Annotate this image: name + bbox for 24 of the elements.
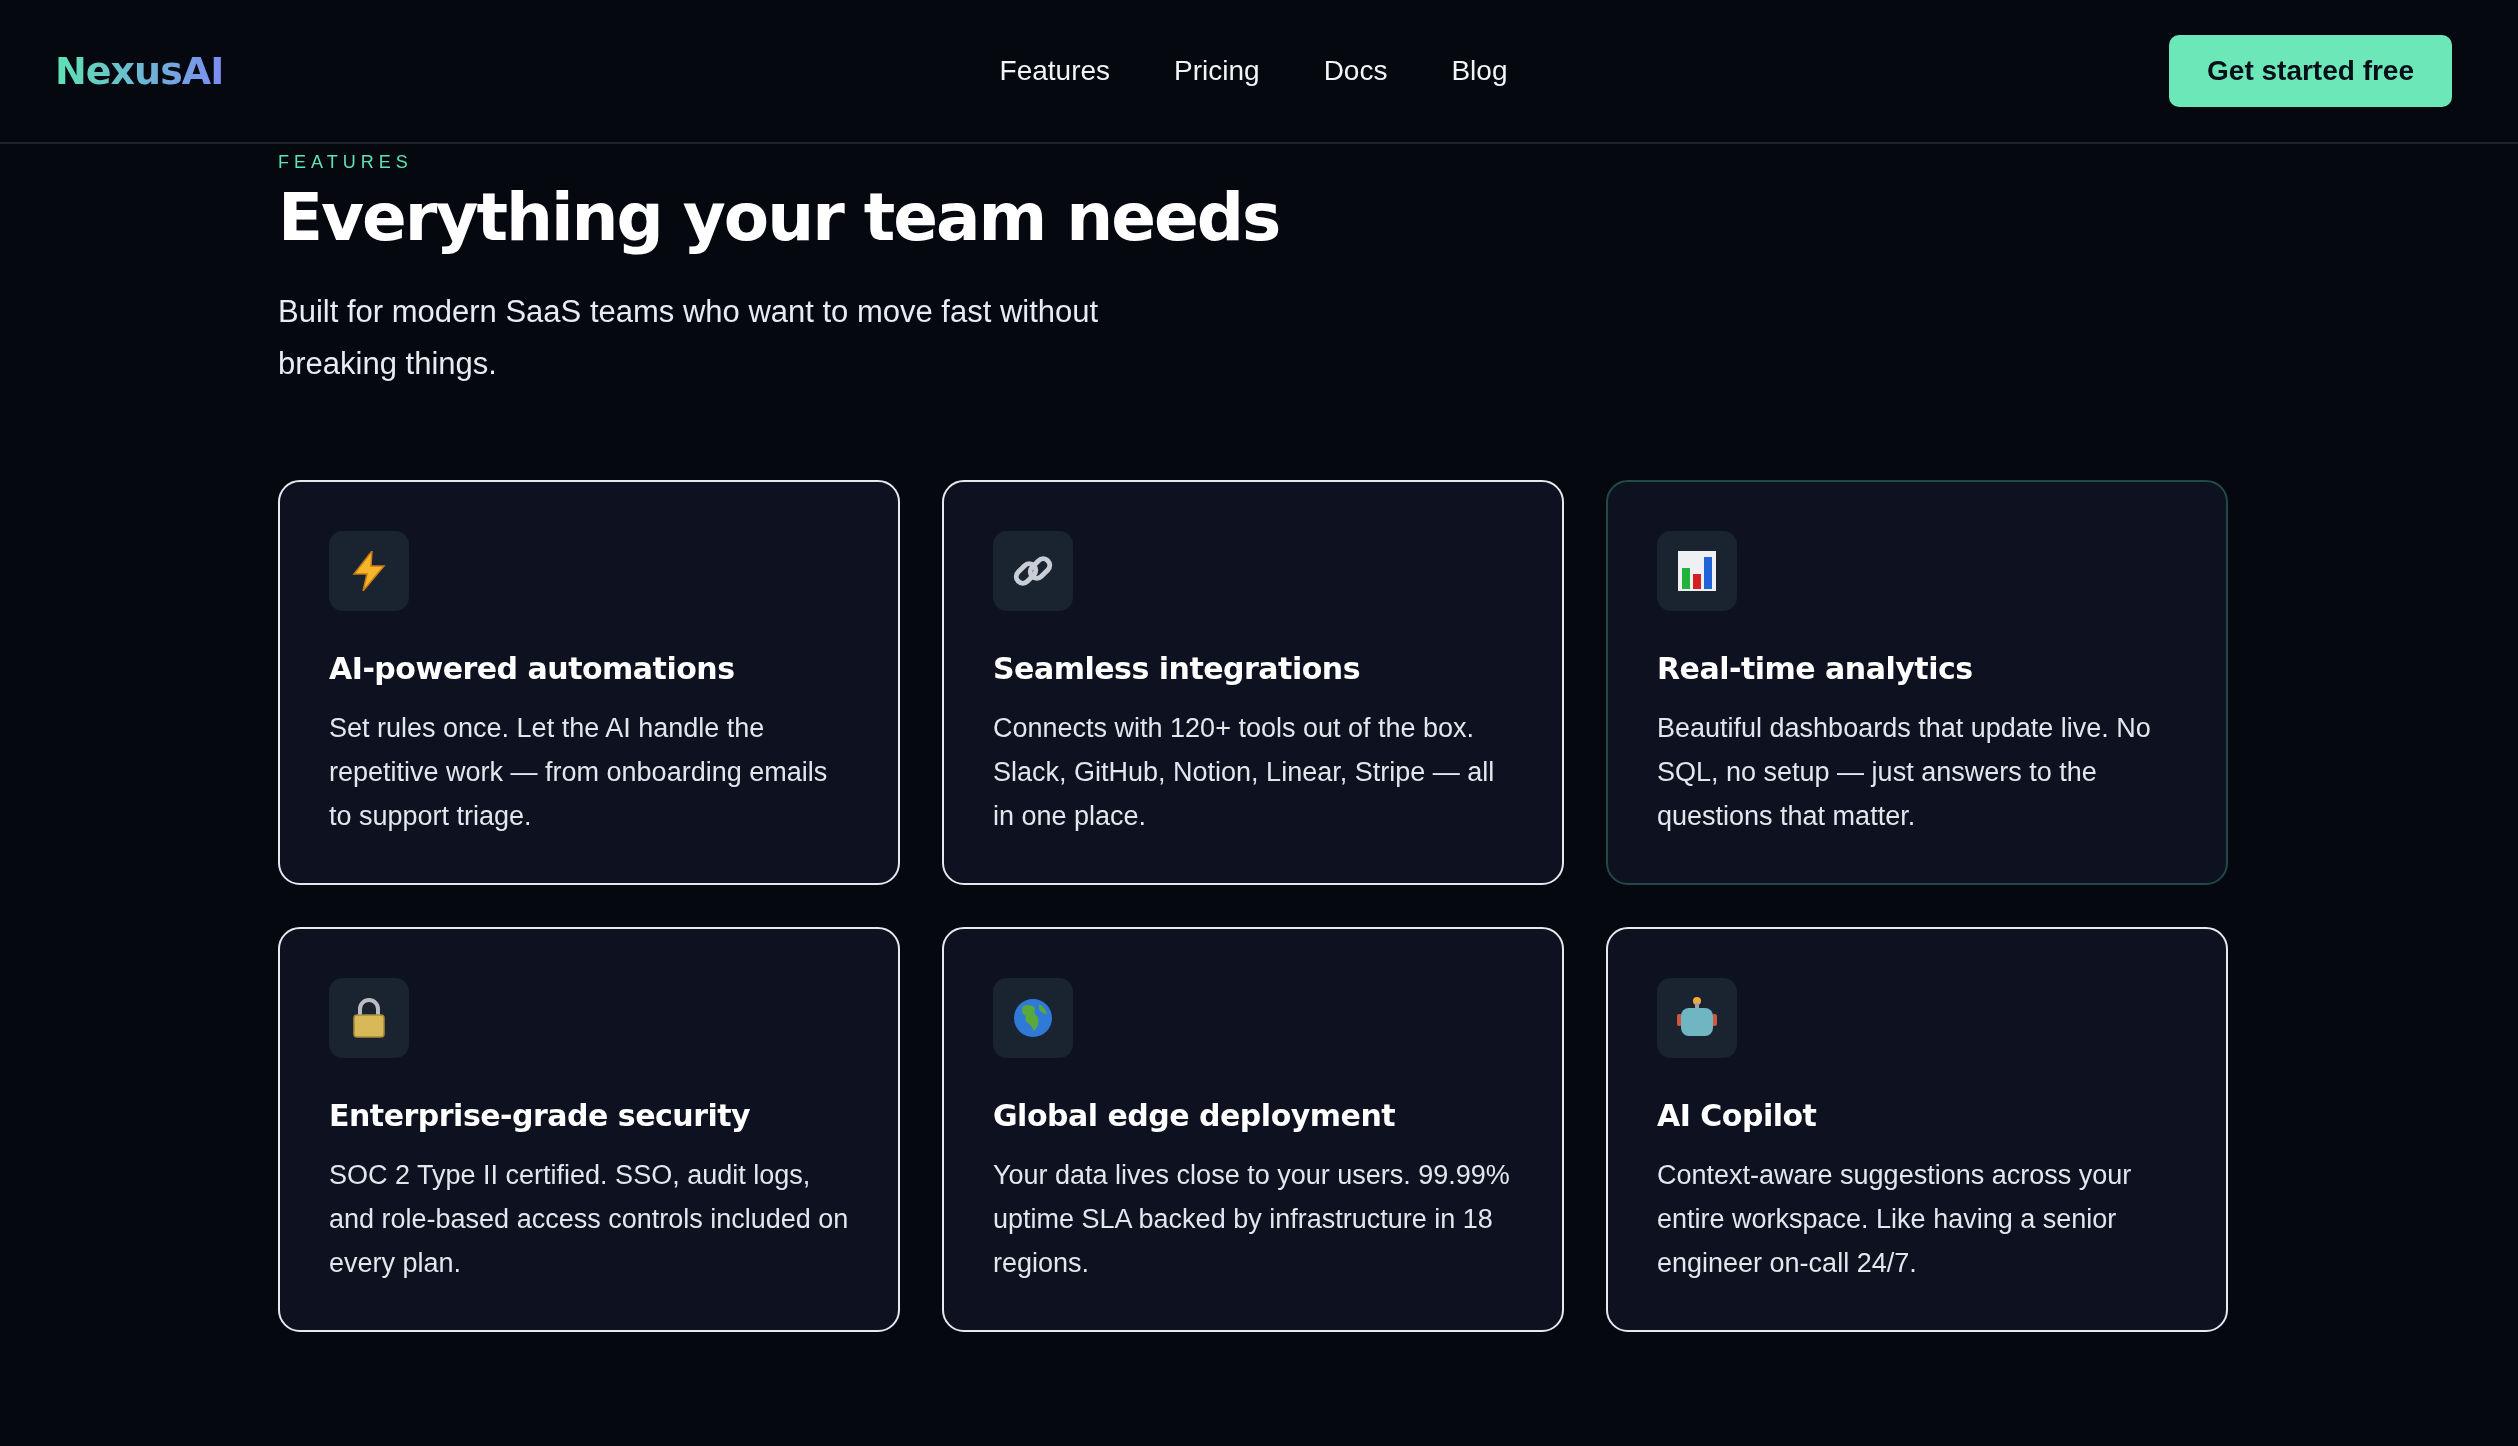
card-title: Enterprise-grade security [329,1098,752,1133]
get-started-button[interactable]: Get started free [2169,35,2452,107]
card-description: Connects with 120+ tools out of the box. Slack, GitHub, Notion, Linear, Stripe — all in one place. [993,712,1496,833]
bar-chart-icon [1677,550,1717,592]
section-eyebrow: FEATURES [278,152,414,173]
section-title: Everything your team needs [278,179,1281,256]
card-title: Real-time analytics [1657,651,1974,686]
nav-link[interactable]: Blog [1451,55,1508,87]
nav-link[interactable]: Features [999,55,1111,87]
card-title: AI-powered automations [329,651,736,686]
card-description: SOC 2 Type II certified. SSO, audit logs, and role-based access controls included on every plan. [329,1159,849,1280]
globe-icon [1013,998,1053,1038]
nav-link[interactable]: Pricing [1174,55,1260,87]
card-description: Context-aware suggestions across your entire workspace. Like having a senior engineer on-call 24/7. [1657,1159,2133,1280]
nav-link[interactable]: Docs [1323,55,1388,87]
card-title: Seamless integrations [993,651,1362,686]
card-title: Global edge deployment [993,1098,1397,1133]
card-description: Beautiful dashboards that update live. No SQL, no setup — just answers to the questions that matter. [1657,712,2152,833]
card-description: Your data lives close to your users. 99.99% uptime SLA backed by infrastructure in 18 regions. [993,1159,1511,1280]
lightning-icon [352,551,386,591]
card-title: AI Copilot [1657,1098,1818,1133]
section-subtitle: Built for modern SaaS teams who want to move fast without breaking things. [278,293,1100,383]
padlock-icon [351,997,387,1039]
card-description: Set rules once. Let the AI handle the repetitive work — from onboarding emails to support triage. [329,712,829,833]
